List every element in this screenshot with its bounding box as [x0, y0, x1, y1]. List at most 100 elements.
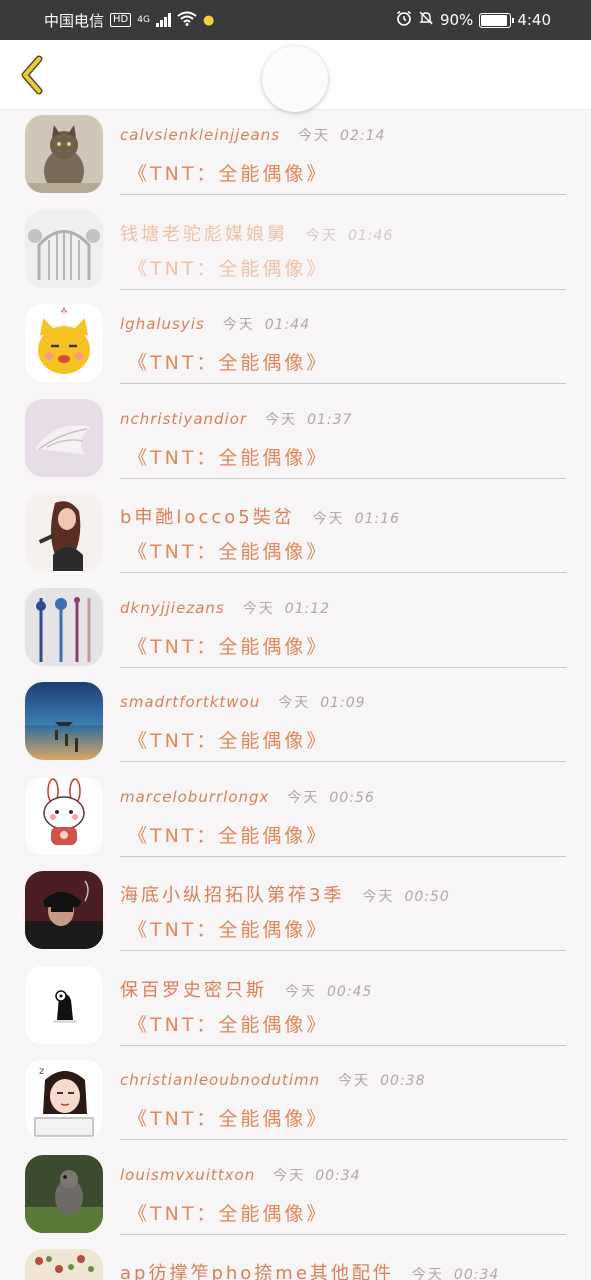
user-name[interactable]: 海底小纵招拓队第莋3季: [120, 881, 344, 907]
hd-badge: HD: [110, 13, 132, 27]
avatar[interactable]: [25, 398, 103, 477]
timestamp-day: 今天: [265, 411, 298, 428]
row-header: 保百罗史密只斯 今天 00:45: [120, 970, 566, 1004]
center-avatar-button[interactable]: [262, 46, 328, 112]
message-row[interactable]: z christianleoubnodutimn 今天 00:38 《TNT：全能偶像》: [0, 1056, 591, 1151]
message-preview: 《TNT：全能偶像》: [128, 446, 329, 469]
timestamp: 今天 02:14: [298, 125, 385, 145]
back-button[interactable]: [12, 54, 52, 96]
timestamp-day: 今天: [222, 317, 255, 333]
status-right: 90% 4:40: [396, 10, 551, 30]
timestamp-day: 今天: [411, 1267, 444, 1280]
avatar[interactable]: [25, 493, 103, 571]
status-bar: 中国电信 HD 4G ● 90% 4:40: [0, 0, 591, 40]
avatar[interactable]: [25, 209, 103, 288]
user-name[interactable]: ap彷撑笮pho捺me其他配件: [120, 1259, 394, 1280]
avatar[interactable]: [25, 587, 103, 666]
avatar[interactable]: ⁂: [25, 304, 103, 382]
timestamp-day: 今天: [298, 128, 331, 144]
timestamp: 今天 00:45: [285, 981, 372, 1001]
timestamp-time: 00:38: [380, 1073, 426, 1089]
message-preview: 《TNT：全能偶像》: [128, 730, 329, 752]
user-name[interactable]: dknyjjiezans: [120, 599, 225, 617]
message-preview: 《TNT：全能偶像》: [128, 541, 329, 563]
user-name[interactable]: 钱塘老驼彪媒娘舅: [120, 220, 288, 246]
message-preview: 《TNT：全能偶像》: [128, 919, 329, 941]
message-row[interactable]: 保百罗史密只斯 今天 00:45 《TNT：全能偶像》: [0, 962, 591, 1057]
message-preview: 《TNT：全能偶像》: [128, 163, 329, 185]
top-nav-bar: [0, 40, 591, 112]
row-content: christianleoubnodutimn 今天 00:38 《TNT：全能偶像》: [120, 1064, 566, 1140]
status-left: 中国电信 HD 4G ●: [44, 10, 214, 31]
row-content: nchristiyandior 今天 01:37 《TNT：全能偶像》: [120, 403, 566, 479]
avatar[interactable]: [25, 965, 103, 1044]
timestamp: 今天 01:12: [243, 598, 330, 618]
message-row[interactable]: calvsienkleinjjeans 今天 02:14 《TNT：全能偶像》: [0, 111, 591, 206]
user-name[interactable]: 保百罗史密只斯: [120, 976, 267, 1002]
message-preview: 《TNT：全能偶像》: [128, 1108, 329, 1130]
avatar[interactable]: [25, 1154, 103, 1233]
row-content: marceloburrlongx 今天 00:56 《TNT：全能偶像》: [120, 781, 566, 857]
user-name[interactable]: nchristiyandior: [120, 410, 247, 428]
message-preview: 《TNT：全能偶像》: [128, 1013, 329, 1036]
row-header: smadrtfortktwou 今天 01:09: [120, 686, 566, 720]
message-preview: 《TNT：全能偶像》: [128, 352, 329, 374]
timestamp-day: 今天: [242, 600, 275, 617]
row-content: smadrtfortktwou 今天 01:09 《TNT：全能偶像》: [120, 686, 566, 762]
avatar[interactable]: [25, 776, 103, 855]
message-row[interactable]: dknyjjiezans 今天 01:12 《TNT：全能偶像》: [0, 584, 591, 679]
timestamp: 今天 01:09: [278, 692, 365, 712]
message-row[interactable]: marceloburrlongx 今天 00:56 《TNT：全能偶像》: [0, 773, 591, 868]
battery-fill: [481, 14, 507, 26]
timestamp-day: 今天: [285, 983, 317, 1000]
timestamp-time: 00:34: [453, 1267, 500, 1280]
user-name[interactable]: smadrtfortktwou: [120, 693, 260, 711]
network-type: 4G: [137, 15, 150, 25]
svg-text:⁂: ⁂: [61, 307, 68, 315]
wifi-icon: [177, 11, 197, 30]
timestamp-time: 02:14: [340, 128, 386, 144]
timestamp-time: 01:44: [264, 317, 311, 333]
timestamp: 今天 01:37: [265, 409, 352, 429]
user-name[interactable]: marceloburrlongx: [120, 788, 269, 806]
message-row[interactable]: b申酏locco5奘岔 今天 01:16 《TNT：全能偶像》: [0, 489, 591, 584]
bulb-icon: ●: [202, 12, 215, 28]
message-row[interactable]: smadrtfortktwou 今天 01:09 《TNT：全能偶像》: [0, 678, 591, 773]
timestamp-time: 01:37: [307, 411, 353, 428]
timestamp: 今天 01:44: [223, 314, 310, 334]
timestamp: 今天 00:38: [338, 1070, 425, 1090]
message-row[interactable]: ⁂ lghalusyis 今天 01:44 《TNT：全能偶像》: [0, 300, 591, 395]
timestamp-day: 今天: [306, 227, 338, 244]
timestamp-time: 01:46: [348, 227, 394, 244]
user-name[interactable]: b申酏locco5奘岔: [120, 503, 295, 529]
user-name[interactable]: louismvxuittxon: [120, 1166, 255, 1184]
avatar[interactable]: [25, 682, 103, 760]
timestamp-time: 00:56: [329, 789, 375, 806]
message-row[interactable]: 海底小纵招拓队第莋3季 今天 00:50 《TNT：全能偶像》: [0, 867, 591, 962]
avatar[interactable]: [25, 871, 103, 949]
user-name[interactable]: lghalusyis: [120, 315, 205, 333]
timestamp-time: 00:34: [315, 1167, 361, 1184]
message-preview: 《TNT：全能偶像》: [128, 824, 329, 847]
user-name[interactable]: christianleoubnodutimn: [120, 1071, 320, 1089]
message-row[interactable]: 钱塘老驼彪媒娘舅 今天 01:46 《TNT：全能偶像》: [0, 206, 591, 301]
message-row[interactable]: louismvxuittxon 今天 00:34 《TNT：全能偶像》: [0, 1151, 591, 1246]
message-row[interactable]: nchristiyandior 今天 01:37 《TNT：全能偶像》: [0, 395, 591, 490]
row-content: 钱塘老驼彪媒娘舅 今天 01:46 《TNT：全能偶像》: [120, 214, 566, 290]
row-content: 保百罗史密只斯 今天 00:45 《TNT：全能偶像》: [120, 970, 566, 1046]
avatar[interactable]: z: [25, 1060, 103, 1138]
row-content: calvsienkleinjjeans 今天 02:14 《TNT：全能偶像》: [120, 119, 566, 195]
clock-time: 4:40: [517, 11, 551, 29]
row-content: lghalusyis 今天 01:44 《TNT：全能偶像》: [120, 308, 566, 384]
avatar[interactable]: [25, 1249, 103, 1280]
user-name[interactable]: calvsienkleinjjeans: [120, 126, 280, 144]
row-content: louismvxuittxon 今天 00:34 《TNT：全能偶像》: [120, 1159, 566, 1235]
timestamp: 今天 01:16: [313, 508, 400, 528]
message-row[interactable]: ap彷撑笮pho捺me其他配件 今天 00:34: [0, 1245, 591, 1280]
carrier-label: 中国电信: [44, 11, 105, 30]
row-header: dknyjjiezans 今天 01:12: [120, 592, 566, 626]
message-preview: 《TNT：全能偶像》: [128, 1202, 329, 1225]
avatar[interactable]: [25, 115, 103, 193]
row-header: b申酏locco5奘岔 今天 01:16: [120, 497, 566, 531]
signal-icon: [155, 13, 171, 27]
